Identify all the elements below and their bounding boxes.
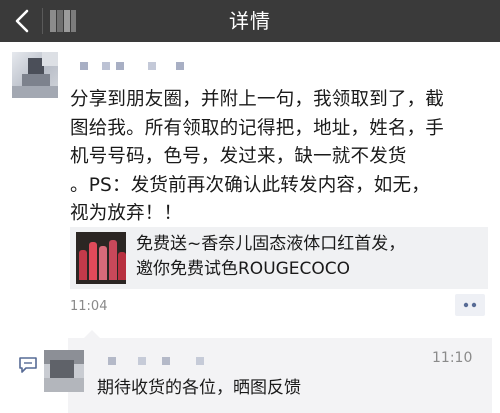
- author-name-blurred[interactable]: [72, 58, 192, 74]
- comment-icon: [19, 357, 37, 373]
- page-title: 详情: [229, 9, 271, 33]
- shared-link-card[interactable]: 免费送~香奈儿固态液体口红首发， 邀你免费试色ROUGECOCO: [70, 227, 488, 289]
- more-dots-icon: [463, 302, 477, 308]
- post-text: 分享到朋友圈，并附上一句，我领取到了，截 图给我。所有领取的记得把，地址，姓名，…: [70, 89, 445, 224]
- shared-link-title: 免费送~香奈儿固态液体口红首发， 邀你免费试色ROUGECOCO: [136, 234, 406, 279]
- author-avatar[interactable]: [12, 52, 58, 98]
- comment-text: 期待收货的各位，晒图反馈: [97, 378, 301, 398]
- comment-timestamp: 11:10: [432, 350, 473, 366]
- lipstick-thumbnail: [76, 232, 126, 284]
- commenter-avatar[interactable]: [44, 350, 84, 392]
- commenter-name-blurred[interactable]: [100, 354, 240, 368]
- top-navigation-bar: 详情: [0, 0, 500, 42]
- comment-like-button[interactable]: [455, 294, 485, 316]
- post-timestamp: 11:04: [70, 299, 108, 314]
